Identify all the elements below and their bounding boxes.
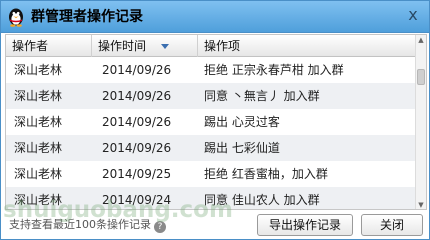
cell-operator: 深山老林 xyxy=(14,193,63,207)
cell-action: 踢出 心灵过客 xyxy=(204,115,280,129)
close-icon[interactable]: x xyxy=(403,5,423,25)
cell-time: 2014/09/25 xyxy=(102,167,172,181)
table-row[interactable]: 深山老林 2014/09/26 同意 丶無言丿 加入群 xyxy=(6,83,416,109)
table-row[interactable]: 深山老林 2014/09/26 拒绝 正宗永春芦柑 加入群 xyxy=(6,57,416,83)
window-title: 群管理者操作记录 xyxy=(31,9,143,25)
cell-time: 2014/09/26 xyxy=(102,89,172,103)
table-row[interactable]: 深山老林 2014/09/25 拒绝 红香蜜柚，加入群 xyxy=(6,161,416,187)
column-header-time[interactable]: 操作时间 xyxy=(92,35,198,57)
cell-operator: 深山老林 xyxy=(14,115,63,129)
scroll-up-icon[interactable]: ▲ xyxy=(416,35,426,46)
scroll-down-icon[interactable]: ▼ xyxy=(416,200,426,209)
scroll-thumb[interactable] xyxy=(417,69,425,85)
close-button[interactable]: 关闭 xyxy=(361,214,423,236)
cell-time: 2014/09/26 xyxy=(102,115,172,129)
export-records-button[interactable]: 导出操作记录 xyxy=(257,214,353,236)
record-limit-text: 支持查看最近100条操作记录 xyxy=(9,218,151,231)
cell-operator: 深山老林 xyxy=(14,167,63,181)
column-header-action[interactable]: 操作项 xyxy=(198,35,416,57)
table-body: 深山老林 2014/09/26 拒绝 正宗永春芦柑 加入群 深山老林 2014/… xyxy=(6,57,416,209)
log-table: 操作者 操作时间 操作项 深山老林 2014/09/26 拒绝 正宗永春芦柑 加… xyxy=(5,34,427,210)
table-header: 操作者 操作时间 操作项 xyxy=(6,35,416,57)
cell-operator: 深山老林 xyxy=(14,141,63,155)
cell-action: 踢出 七彩仙道 xyxy=(204,141,280,155)
column-header-operator[interactable]: 操作者 xyxy=(6,35,92,57)
cell-time: 2014/09/26 xyxy=(102,141,172,155)
table-row[interactable]: 深山老林 2014/09/26 踢出 七彩仙道 xyxy=(6,135,416,161)
cell-operator: 深山老林 xyxy=(14,89,63,103)
help-icon[interactable]: ? xyxy=(154,221,166,233)
cell-action: 拒绝 红香蜜柚，加入群 xyxy=(204,167,328,181)
cell-action: 同意 丶無言丿 加入群 xyxy=(204,89,320,103)
table-row[interactable]: 深山老林 2014/09/24 同意 佳山农人 加入群 xyxy=(6,187,416,209)
qq-penguin-icon xyxy=(9,8,23,27)
record-limit-note: 支持查看最近100条操作记录? xyxy=(9,217,166,233)
group-admin-log-window: 群管理者操作记录 x 操作者 操作时间 操作项 深山老林 2014/09/26 … xyxy=(0,0,430,240)
cell-time: 2014/09/26 xyxy=(102,63,172,77)
cell-action: 同意 佳山农人 加入群 xyxy=(204,193,320,207)
sort-desc-icon xyxy=(161,44,169,49)
vertical-scrollbar[interactable]: ▲ ▼ xyxy=(415,35,426,209)
cell-action: 拒绝 正宗永春芦柑 加入群 xyxy=(204,63,344,77)
title-bar[interactable]: 群管理者操作记录 x xyxy=(1,1,429,33)
column-header-time-label: 操作时间 xyxy=(98,39,147,53)
cell-time: 2014/09/24 xyxy=(102,193,172,207)
table-row[interactable]: 深山老林 2014/09/26 踢出 心灵过客 xyxy=(6,109,416,135)
cell-operator: 深山老林 xyxy=(14,63,63,77)
